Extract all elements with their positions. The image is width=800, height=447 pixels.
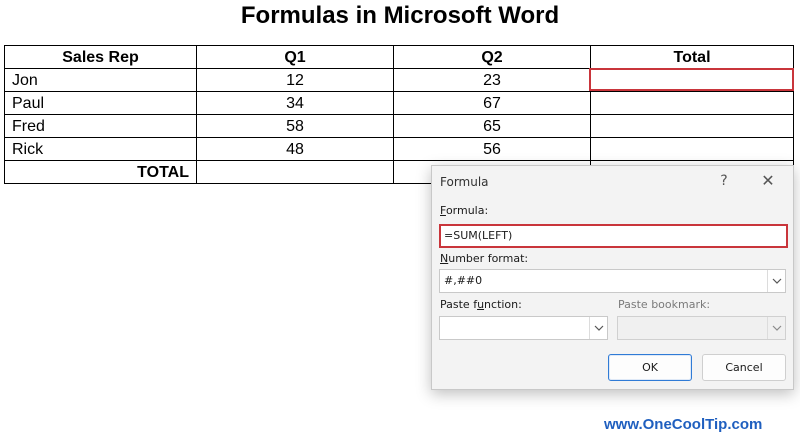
cell-q2[interactable]: 65 xyxy=(393,114,591,138)
header-total[interactable]: Total xyxy=(590,45,794,69)
cancel-button[interactable]: Cancel xyxy=(702,354,786,381)
cell-q1[interactable]: 12 xyxy=(196,68,394,92)
cell-q1[interactable]: 48 xyxy=(196,137,394,161)
formula-label: Formula: xyxy=(440,204,489,217)
cell-total-q1[interactable] xyxy=(196,160,394,184)
number-format-label: Number format: xyxy=(440,252,529,265)
table-row: Rick 48 56 xyxy=(4,137,794,161)
cell-q2[interactable]: 23 xyxy=(393,68,591,92)
selected-cell-highlight xyxy=(589,68,794,91)
paste-bookmark-select xyxy=(617,316,786,340)
number-format-select[interactable]: #,##0 xyxy=(439,269,786,293)
cell-total[interactable] xyxy=(590,137,794,161)
close-icon[interactable]: ✕ xyxy=(756,170,780,192)
cell-q1[interactable]: 34 xyxy=(196,91,394,115)
help-icon[interactable]: ? xyxy=(713,170,735,192)
table-row: Paul 34 67 xyxy=(4,91,794,115)
cell-rep[interactable]: Paul xyxy=(4,91,197,115)
number-format-value: #,##0 xyxy=(444,274,483,287)
cell-rep[interactable]: Jon xyxy=(4,68,197,92)
table-header-row: Sales Rep Q1 Q2 Total xyxy=(4,45,794,69)
cell-rep[interactable]: Rick xyxy=(4,137,197,161)
table-row: Fred 58 65 xyxy=(4,114,794,138)
paste-function-select[interactable] xyxy=(439,316,608,340)
watermark: www.OneCoolTip.com xyxy=(604,416,763,433)
total-row-label[interactable]: TOTAL xyxy=(4,160,197,184)
chevron-down-icon[interactable] xyxy=(589,317,607,339)
header-q2[interactable]: Q2 xyxy=(393,45,591,69)
chevron-down-icon xyxy=(767,317,785,339)
header-sales-rep[interactable]: Sales Rep xyxy=(4,45,197,69)
formula-input[interactable]: =SUM(LEFT) xyxy=(439,224,788,248)
header-q1[interactable]: Q1 xyxy=(196,45,394,69)
cell-q2[interactable]: 67 xyxy=(393,91,591,115)
cell-q1[interactable]: 58 xyxy=(196,114,394,138)
ok-button[interactable]: OK xyxy=(608,354,692,381)
paste-function-label: Paste function: xyxy=(440,298,522,311)
formula-dialog: Formula ? ✕ Formula: =SUM(LEFT) Number f… xyxy=(431,165,794,390)
cell-rep[interactable]: Fred xyxy=(4,114,197,138)
chevron-down-icon[interactable] xyxy=(767,270,785,292)
paste-bookmark-label: Paste bookmark: xyxy=(618,298,711,311)
dialog-title: Formula xyxy=(440,175,489,189)
cell-q2[interactable]: 56 xyxy=(393,137,591,161)
cell-total[interactable] xyxy=(590,91,794,115)
sales-table: Sales Rep Q1 Q2 Total Jon 12 23 Paul 34 … xyxy=(4,45,794,184)
page-title: Formulas in Microsoft Word xyxy=(240,2,560,29)
cell-total[interactable] xyxy=(590,114,794,138)
